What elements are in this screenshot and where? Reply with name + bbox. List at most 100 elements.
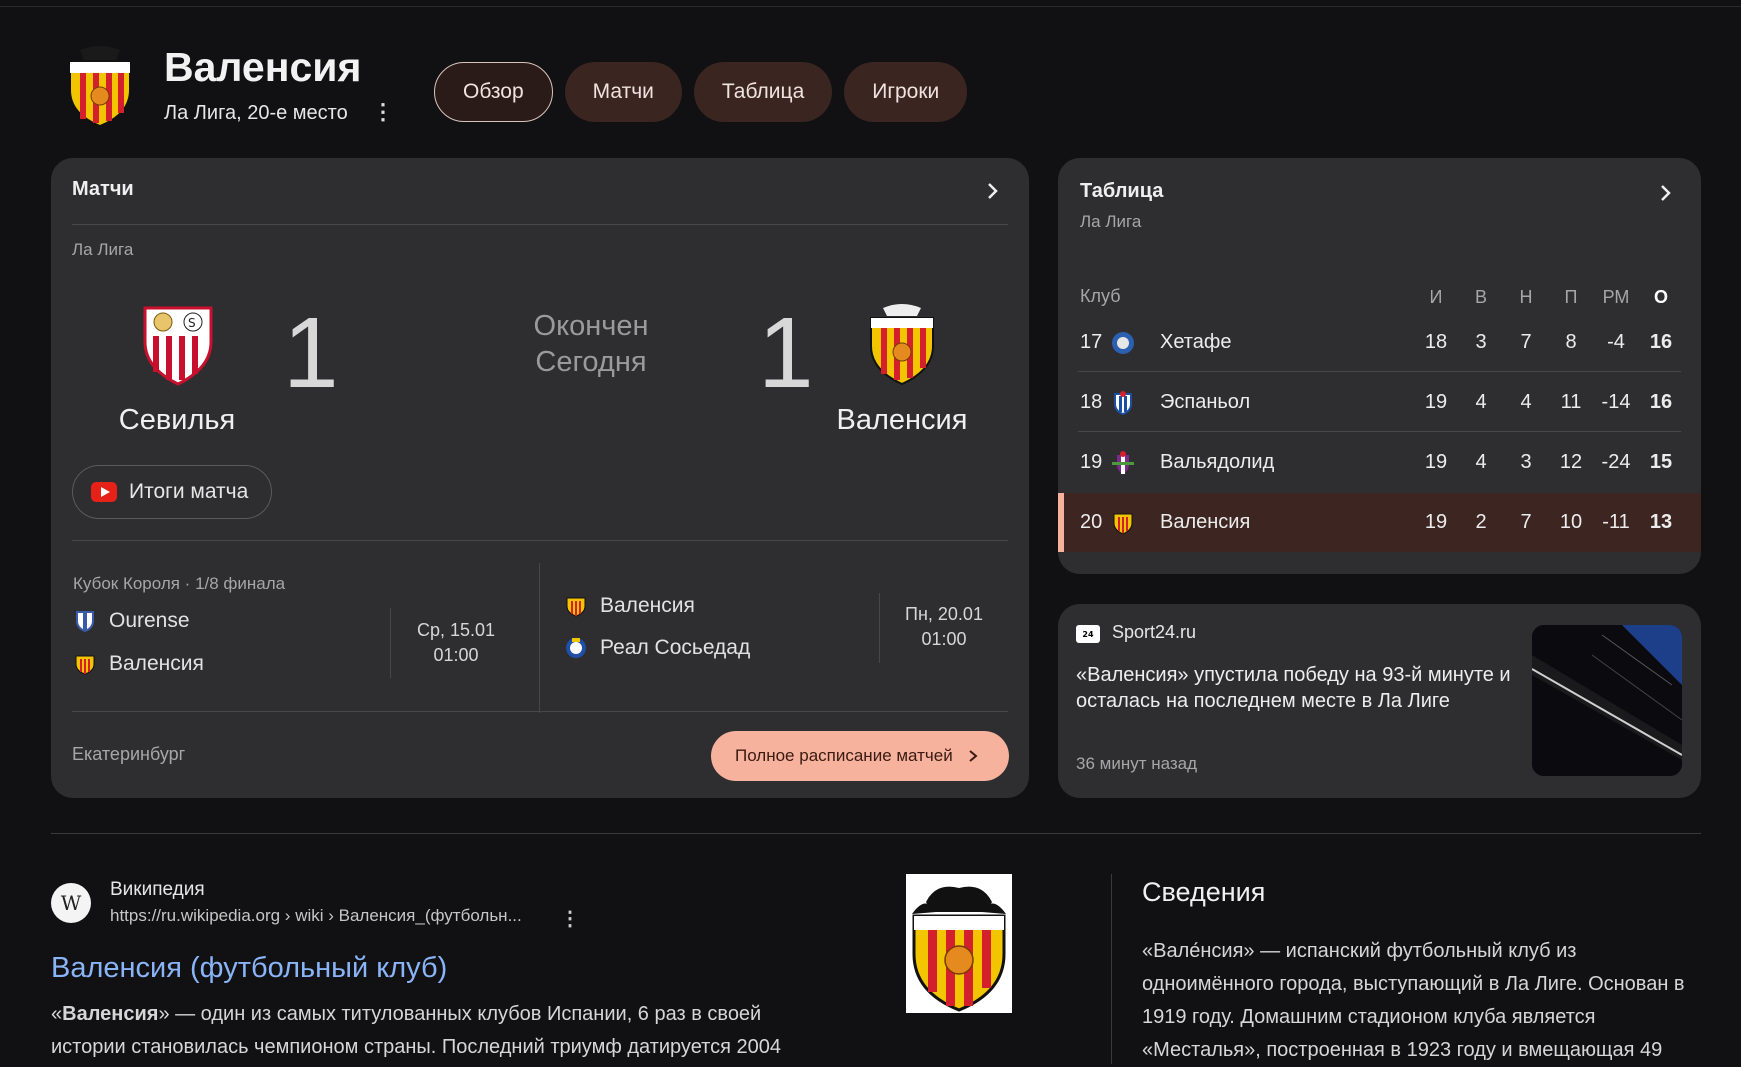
fixture2-time: 01:00 xyxy=(921,629,967,649)
row-club: Хетафе xyxy=(1160,331,1232,353)
row-club: Эспаньол xyxy=(1160,391,1251,413)
row-lost: 11 xyxy=(1560,391,1582,413)
matches-card-title[interactable]: Матчи xyxy=(72,178,134,201)
home-team-name[interactable]: Севилья xyxy=(67,404,287,437)
location-label[interactable]: Екатеринбург xyxy=(72,744,185,765)
table-row[interactable]: 19 Вальядолид 19 4 3 12 -24 15 xyxy=(1058,433,1701,492)
row-points: 15 xyxy=(1649,451,1673,473)
fixture1-team1[interactable]: Ourense xyxy=(73,609,190,633)
fixture2-team2-name: Реал Сосьедад xyxy=(600,636,751,659)
team-subtitle: Ла Лига, 20-е место xyxy=(164,102,348,124)
row-position: 18 xyxy=(1080,391,1103,413)
tab-players[interactable]: Игроки xyxy=(844,62,968,122)
divider xyxy=(1111,874,1112,1064)
divider xyxy=(1078,371,1681,372)
tab-table[interactable]: Таблица xyxy=(693,62,833,122)
divider xyxy=(390,608,391,678)
col-lost: П xyxy=(1564,287,1578,307)
news-card[interactable]: 24 Sport24.ru «Валенсия» упустила победу… xyxy=(1058,604,1701,798)
standings-subtitle: Ла Лига xyxy=(1080,212,1142,231)
table-row[interactable]: 17 Хетафе 18 3 7 8 -4 16 xyxy=(1058,313,1701,372)
standings-title[interactable]: Таблица xyxy=(1080,180,1163,203)
row-club: Вальядолид xyxy=(1160,451,1275,473)
wiki-snippet-bold: Валенсия xyxy=(62,1003,159,1025)
tab-matches[interactable]: Матчи xyxy=(564,62,682,122)
fixture1-team2-name: Валенсия xyxy=(109,652,204,675)
col-club: Клуб xyxy=(1080,286,1121,306)
row-played: 19 xyxy=(1424,511,1448,533)
row-goal-diff: -14 xyxy=(1601,391,1631,413)
row-lost: 12 xyxy=(1559,451,1583,473)
divider xyxy=(72,711,1008,712)
real-sociedad-crest-icon xyxy=(566,638,586,658)
highlights-label: Итоги матча xyxy=(129,480,249,503)
match-status-line2: Сегодня xyxy=(535,346,647,378)
highlights-button[interactable]: Итоги матча xyxy=(72,465,272,519)
row-won: 4 xyxy=(1475,451,1487,473)
info-text: «Вале́нсия» — испанский футбольный клуб … xyxy=(1142,940,1685,1061)
matches-card: Матчи Ла Лига S 1 Севилья Окончен Сегодн… xyxy=(51,158,1029,798)
divider xyxy=(72,224,1008,225)
wiki-result-link[interactable]: Валенсия (футбольный клуб) xyxy=(51,952,447,985)
full-schedule-label: Полное расписание матчей xyxy=(735,746,953,765)
fixture2-date: Пн, 20.01 xyxy=(905,604,983,624)
wikipedia-icon: W xyxy=(51,883,91,923)
row-points: 13 xyxy=(1649,511,1673,533)
away-team-name[interactable]: Валенсия xyxy=(792,404,1012,437)
row-points: 16 xyxy=(1649,391,1673,413)
table-row-highlighted[interactable]: 20 Валенсия 19 2 7 10 -11 13 xyxy=(1058,493,1701,552)
divider xyxy=(72,540,1008,541)
fixture1-time: 01:00 xyxy=(433,645,479,665)
divider xyxy=(1078,431,1681,432)
full-schedule-button[interactable]: Полное расписание матчей xyxy=(711,731,1009,781)
more-options-icon[interactable]: ⋮ xyxy=(560,906,580,931)
valencia-crest-icon xyxy=(69,46,131,128)
svg-text:S: S xyxy=(188,316,196,330)
row-played: 19 xyxy=(1424,451,1448,473)
team-title: Валенсия xyxy=(164,44,362,90)
row-won: 2 xyxy=(1475,511,1487,533)
chevron-right-icon[interactable] xyxy=(1654,182,1676,204)
fixture2-team2[interactable]: Реал Сосьедад xyxy=(564,636,750,660)
tab-overview[interactable]: Обзор xyxy=(434,62,553,122)
wiki-site-name[interactable]: Википедия xyxy=(110,879,205,901)
row-played: 19 xyxy=(1424,391,1448,413)
col-drawn: Н xyxy=(1519,287,1533,307)
sevilla-crest-icon: S xyxy=(143,306,213,386)
chevron-right-icon xyxy=(969,750,978,762)
team-header: Валенсия Ла Лига, 20-е место ⋮ Обзор Мат… xyxy=(52,40,1692,130)
valladolid-crest-icon xyxy=(1112,451,1134,474)
row-drawn: 7 xyxy=(1520,511,1532,533)
wiki-thumbnail[interactable] xyxy=(906,874,1012,1013)
more-options-icon[interactable]: ⋮ xyxy=(372,100,394,124)
table-row[interactable]: 18 Эспаньол 19 4 4 11 -14 16 xyxy=(1058,373,1701,432)
stadium-image xyxy=(1532,625,1682,776)
row-won: 3 xyxy=(1475,331,1487,353)
row-played: 18 xyxy=(1424,331,1448,353)
news-source: Sport24.ru xyxy=(1112,622,1197,642)
news-thumbnail[interactable] xyxy=(1532,625,1682,776)
match-status: Окончен Сегодня xyxy=(431,308,751,380)
match-status-line1: Окончен xyxy=(533,310,649,342)
info-title: Сведения xyxy=(1142,877,1266,907)
away-score: 1 xyxy=(758,297,814,409)
row-lost: 8 xyxy=(1565,331,1577,353)
row-lost: 10 xyxy=(1559,511,1583,533)
valencia-crest-icon xyxy=(75,655,95,675)
valencia-crest-icon xyxy=(1113,513,1133,535)
fixture2-team1[interactable]: Валенсия xyxy=(564,594,695,618)
row-points: 16 xyxy=(1649,331,1673,353)
divider xyxy=(539,563,540,713)
wiki-url[interactable]: https://ru.wikipedia.org › wiki › Валенс… xyxy=(110,906,522,926)
chevron-right-icon[interactable] xyxy=(981,180,1003,202)
divider xyxy=(879,593,880,663)
standings-card: Таблица Ла Лига Клуб И В Н П РМ О 17 Хет… xyxy=(1058,158,1701,574)
fixture2-team1-name: Валенсия xyxy=(600,594,695,617)
home-score: 1 xyxy=(283,297,339,409)
team-tabs: Обзор Матчи Таблица Игроки xyxy=(434,62,968,122)
row-position: 19 xyxy=(1080,451,1103,473)
news-headline[interactable]: «Валенсия» упустила победу на 93-й минут… xyxy=(1076,662,1516,714)
fixture1-team2[interactable]: Валенсия xyxy=(73,652,204,676)
col-goal-diff: РМ xyxy=(1602,287,1630,307)
news-time: 36 минут назад xyxy=(1076,754,1198,773)
